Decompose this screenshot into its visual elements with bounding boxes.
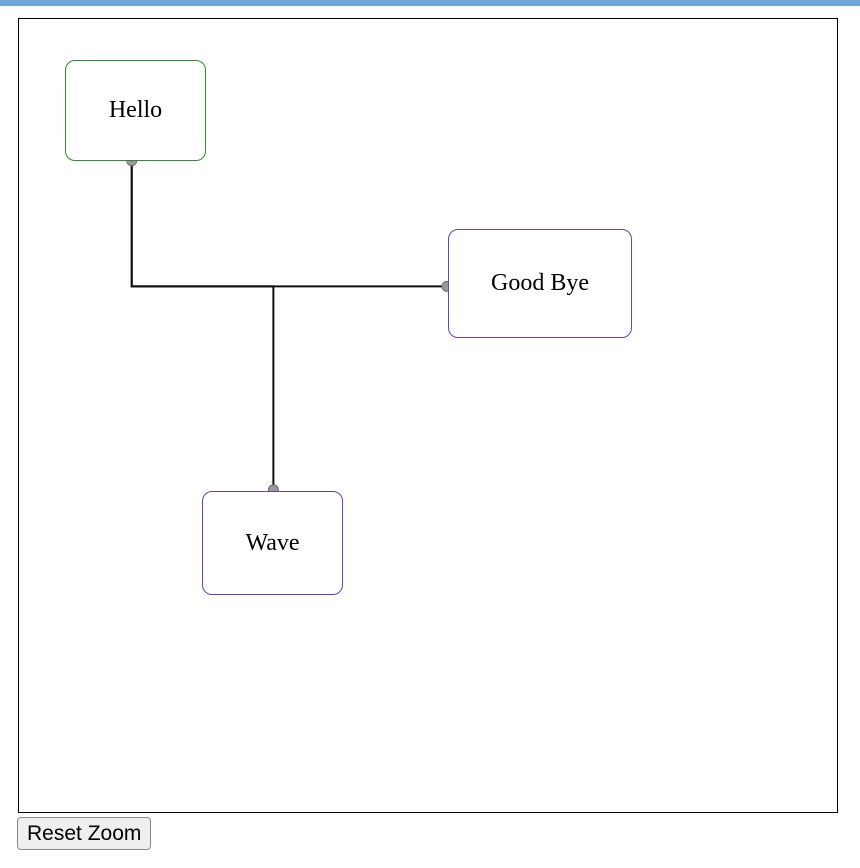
node-hello-label: Hello [109,97,162,124]
edge-hello-to-wave [132,161,274,490]
top-accent-bar [0,0,860,6]
diagram-page: Hello Good Bye Wave Reset Zoom [0,0,860,868]
node-goodbye-label: Good Bye [491,270,589,297]
diagram-canvas[interactable]: Hello Good Bye Wave [19,19,837,812]
diagram-canvas-frame[interactable]: Hello Good Bye Wave [18,18,838,813]
node-wave[interactable]: Wave [202,491,343,595]
node-hello[interactable]: Hello [65,60,206,161]
node-goodbye[interactable]: Good Bye [448,229,632,338]
edge-hello-to-goodbye [132,161,447,287]
node-wave-label: Wave [245,530,299,557]
reset-zoom-button[interactable]: Reset Zoom [17,817,151,850]
